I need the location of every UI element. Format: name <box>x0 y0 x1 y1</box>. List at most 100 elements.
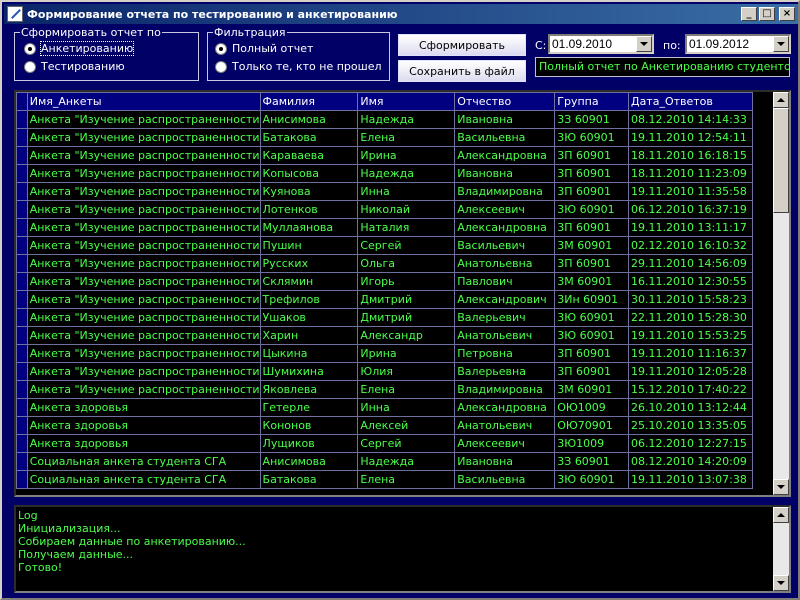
table-cell[interactable]: ОЮ70901 <box>554 416 629 435</box>
table-cell[interactable]: 3З 60901 <box>554 110 629 129</box>
table-cell[interactable]: 3Ю 60901 <box>554 200 629 219</box>
table-cell[interactable]: 08.12.2010 14:14:33 <box>627 110 754 129</box>
table-cell[interactable]: Инна <box>357 398 456 417</box>
table-row[interactable]: Анкета "Изучение распространенности Трефи… <box>16 290 789 309</box>
table-cell[interactable]: Анкета "Изучение распространенности <box>26 128 261 147</box>
table-row[interactable]: Анкета "Изучение распространенности Ушако… <box>16 308 789 327</box>
row-indicator[interactable] <box>16 146 28 165</box>
table-row[interactable]: Социальная анкета студента СГА Батакова Ел… <box>16 470 789 489</box>
row-indicator[interactable] <box>16 254 28 273</box>
table-row[interactable]: Социальная анкета студента СГА Анисимова Н… <box>16 452 789 471</box>
table-row[interactable]: Анкета "Изучение распространенности Харин… <box>16 326 789 345</box>
table-cell[interactable]: Анкета "Изучение распространенности <box>26 380 261 399</box>
date-from-picker[interactable]: 01.09.2010 <box>548 34 654 54</box>
report-grid[interactable]: Имя_Анкеты Фамилия Имя Отчество Группа Д… <box>14 90 791 497</box>
table-cell[interactable]: Анкета "Изучение распространенности <box>26 182 261 201</box>
radio-testing[interactable] <box>24 60 36 73</box>
table-cell[interactable]: Трефилов <box>259 290 359 309</box>
row-indicator[interactable] <box>16 290 28 309</box>
table-row[interactable]: Анкета здоровья Кононов Алексей Анатольевич… <box>16 416 789 435</box>
row-indicator[interactable] <box>16 362 28 381</box>
row-indicator[interactable] <box>16 470 28 489</box>
table-row[interactable]: Анкета "Изучение распространенности Копыс… <box>16 164 789 183</box>
table-cell[interactable]: ОЮ1009 <box>554 398 629 417</box>
date-to-picker[interactable]: 01.09.2012 <box>685 34 791 54</box>
table-row[interactable]: Анкета "Изучение распространенности Склям… <box>16 272 789 291</box>
table-cell[interactable]: Алексей <box>357 416 456 435</box>
row-indicator[interactable] <box>16 452 28 471</box>
table-cell[interactable]: 18.11.2010 16:18:15 <box>627 146 754 165</box>
column-header[interactable]: Группа <box>554 92 629 111</box>
report-by-testing-option[interactable]: Тестированию <box>24 60 125 73</box>
table-cell[interactable]: 3П 60901 <box>554 254 629 273</box>
table-cell[interactable]: 3З 60901 <box>554 452 629 471</box>
table-cell[interactable]: 3П 60901 <box>554 362 629 381</box>
row-indicator[interactable] <box>16 182 28 201</box>
table-cell[interactable]: Юлия <box>357 362 456 381</box>
table-row[interactable]: Анкета "Изучение распространенности Шумих… <box>16 362 789 381</box>
grid-vertical-scrollbar[interactable] <box>773 92 789 495</box>
table-cell[interactable]: Ольга <box>357 254 456 273</box>
table-cell[interactable]: Цыкина <box>259 344 359 363</box>
table-cell[interactable]: 19.11.2010 13:07:38 <box>627 470 754 489</box>
table-cell[interactable]: Сергей <box>357 434 456 453</box>
table-cell[interactable]: 3П 60901 <box>554 344 629 363</box>
table-cell[interactable]: Анисимова <box>259 110 359 129</box>
table-cell[interactable]: Кононов <box>259 416 359 435</box>
table-cell[interactable]: Павлович <box>454 272 556 291</box>
table-cell[interactable]: Анкета "Изучение распространенности <box>26 326 261 345</box>
table-cell[interactable]: 3Ю1009 <box>554 434 629 453</box>
table-cell[interactable]: Анкета здоровья <box>26 416 261 435</box>
radio-survey[interactable] <box>24 42 36 55</box>
date-to-dropdown-icon[interactable] <box>773 36 789 52</box>
table-cell[interactable]: 3М 60901 <box>554 272 629 291</box>
row-indicator[interactable] <box>16 110 28 129</box>
row-indicator[interactable] <box>16 398 28 417</box>
table-cell[interactable]: 16.11.2010 12:30:55 <box>627 272 754 291</box>
table-row[interactable]: Анкета "Изучение распространенности Карав… <box>16 146 789 165</box>
table-cell[interactable]: 06.12.2010 16:37:19 <box>627 200 754 219</box>
table-cell[interactable]: 22.11.2010 15:28:30 <box>627 308 754 327</box>
table-row[interactable]: Анкета "Изучение распространенности Куяно… <box>16 182 789 201</box>
table-cell[interactable]: Социальная анкета студента СГА <box>26 452 261 471</box>
table-row[interactable]: Анкета "Изучение распространенности Батак… <box>16 128 789 147</box>
table-cell[interactable]: Анатольевич <box>454 326 556 345</box>
table-cell[interactable]: 25.10.2010 13:35:05 <box>627 416 754 435</box>
log-panel[interactable]: Log Инициализация... Собираем данные по ан… <box>14 505 791 593</box>
report-by-survey-option[interactable]: Анкетированию <box>24 41 135 56</box>
table-cell[interactable]: Александровна <box>454 218 556 237</box>
table-cell[interactable]: Ушаков <box>259 308 359 327</box>
table-cell[interactable]: 26.10.2010 13:12:44 <box>627 398 754 417</box>
column-header[interactable]: Имя <box>357 92 456 111</box>
table-cell[interactable]: Анкета "Изучение распространенности <box>26 146 261 165</box>
table-cell[interactable]: Куянова <box>259 182 359 201</box>
minimize-button[interactable]: _ <box>741 7 757 21</box>
table-cell[interactable]: Игорь <box>357 272 456 291</box>
table-cell[interactable]: Анатольевич <box>454 416 556 435</box>
table-cell[interactable]: 08.12.2010 14:20:09 <box>627 452 754 471</box>
row-indicator[interactable] <box>16 200 28 219</box>
table-row[interactable]: Анкета "Изучение распространенности Лотен… <box>16 200 789 219</box>
table-cell[interactable]: Анкета "Изучение распространенности <box>26 200 261 219</box>
table-cell[interactable]: Надежда <box>357 452 456 471</box>
table-cell[interactable]: 18.11.2010 11:23:09 <box>627 164 754 183</box>
table-cell[interactable]: 3П 60901 <box>554 164 629 183</box>
table-cell[interactable]: Александровна <box>454 146 556 165</box>
table-row[interactable]: Анкета "Изучение распространенности Пушин… <box>16 236 789 255</box>
scroll-up-button[interactable] <box>773 92 789 108</box>
log-scroll-up-button[interactable] <box>773 507 789 523</box>
radio-failed-only[interactable] <box>215 60 227 73</box>
table-cell[interactable]: Валерьевич <box>454 308 556 327</box>
table-cell[interactable]: Анкета "Изучение распространенности <box>26 218 261 237</box>
table-cell[interactable]: Ивановна <box>454 452 556 471</box>
table-cell[interactable]: Дмитрий <box>357 290 456 309</box>
table-cell[interactable]: Ирина <box>357 344 456 363</box>
scroll-thumb[interactable] <box>773 108 789 213</box>
table-cell[interactable]: Анкета "Изучение распространенности <box>26 290 261 309</box>
row-indicator[interactable] <box>16 128 28 147</box>
table-cell[interactable]: Александрович <box>454 290 556 309</box>
table-cell[interactable]: 29.11.2010 14:56:09 <box>627 254 754 273</box>
table-row[interactable]: Анкета здоровья Лущиков Сергей Алексеевич 3Ю… <box>16 434 789 453</box>
table-row[interactable]: Анкета "Изучение распространенности Мулла… <box>16 218 789 237</box>
close-button[interactable]: × <box>779 7 795 21</box>
